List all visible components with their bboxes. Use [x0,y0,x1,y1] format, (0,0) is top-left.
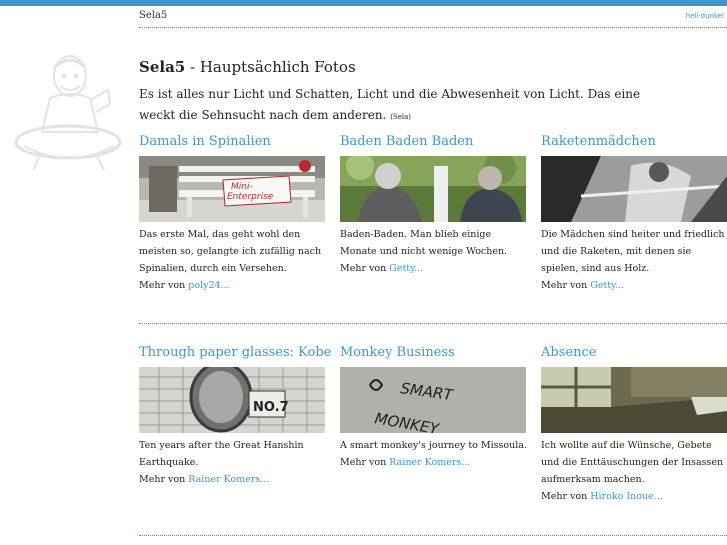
more-from-label: Mehr von [139,280,186,291]
theme-light-link[interactable]: hell [686,12,699,20]
post-author-link[interactable]: Getty... [590,280,624,291]
more-from-label: Mehr von [541,280,588,291]
page-title-tagline: - Hauptsächlich Fotos [185,58,356,76]
post-card-raketenmaedchen: Raketenmädchen Die Mädchen sind heiter u… [541,134,727,291]
brand-link[interactable]: Sela5 [139,10,167,21]
post-excerpt-text: Ten years after the Great Hanshin Earthq… [139,440,304,468]
page-title: Sela5 - Hauptsächlich Fotos [139,58,356,76]
post-card-kobe: Through paper glasses: Kobe NO.7 Ten yea… [139,345,331,485]
post-author-link[interactable]: Rainer Komers... [188,474,269,485]
post-thumbnail-couple[interactable] [340,156,526,222]
post-author-line: Mehr von Hiroko Inoue... [541,491,663,502]
post-author-line: Mehr von poly24... [139,280,230,291]
post-excerpt-text: A smart monkey's journey to Missoula. [340,440,527,451]
post-author-link[interactable]: Rainer Komers... [389,457,470,468]
post-excerpt-text: Ich wollte auf die Wünsche, Gebete und d… [541,440,724,485]
post-excerpt: A smart monkey's journey to Missoula. Me… [340,437,530,471]
intro-text: Es ist alles nur Licht und Schatten, Lic… [139,84,679,128]
post-title-link[interactable]: Monkey Business [340,345,528,360]
post-excerpt-text: Baden-Baden. Man blieb einige Monate und… [340,229,508,257]
post-author-line: Mehr von Getty... [340,263,423,274]
post-thumbnail-girls[interactable] [541,156,727,222]
mascot-logo-watermark [14,55,122,171]
row-separator [139,323,727,324]
more-from-label: Mehr von [340,263,387,274]
site-header: Sela5 hell·dunkel [139,10,727,28]
post-thumbnail-sign-text: NO.7 [253,400,289,415]
post-author-link[interactable]: poly24... [188,280,229,291]
intro-quote-source: (Sela) [390,113,411,121]
post-excerpt: Das erste Mal, das geht wohl den meisten… [139,226,329,294]
post-excerpt: Ten years after the Great Hanshin Earthq… [139,437,329,488]
post-author-link[interactable]: Getty... [389,263,423,274]
post-excerpt-text: Das erste Mal, das geht wohl den meisten… [139,229,322,274]
post-thumbnail-room[interactable] [541,367,727,433]
theme-dark-link[interactable]: dunkel [701,12,724,20]
post-excerpt: Baden-Baden. Man blieb einige Monate und… [340,226,530,277]
post-excerpt: Ich wollte auf die Wünsche, Gebete und d… [541,437,727,505]
row-separator [139,535,727,536]
post-thumbnail-graffiti[interactable]: SMART MONKEY [340,367,526,433]
post-author-line: Mehr von Getty... [541,280,624,291]
post-title-link[interactable]: Raketenmädchen [541,134,727,149]
theme-switcher: hell·dunkel [686,12,724,20]
post-thumbnail-sign-text: Mini- [231,182,253,192]
top-accent-bar [0,0,727,6]
page-title-brand: Sela5 [139,58,186,76]
post-title-link[interactable]: Baden Baden Baden [340,134,528,149]
post-card-baden: Baden Baden Baden Baden-Baden. Man blieb… [340,134,528,274]
more-from-label: Mehr von [139,474,186,485]
post-author-link[interactable]: Hiroko Inoue... [590,491,662,502]
more-from-label: Mehr von [541,491,588,502]
post-excerpt: Die Mädchen sind heiter und friedlich un… [541,226,727,294]
post-card-absence: Absence Ich wollte auf die Wünsche, Gebe… [541,345,727,502]
post-excerpt-text: Die Mädchen sind heiter und friedlich un… [541,229,725,274]
post-thumbnail-bench[interactable]: Mini- Enterprise [139,156,325,222]
post-author-line: Mehr von Rainer Komers... [139,474,269,485]
post-author-line: Mehr von Rainer Komers... [340,457,470,468]
post-title-link[interactable]: Damals in Spinalien [139,134,327,149]
post-card-monkey: Monkey Business SMART MONKEY A smart mon… [340,345,528,468]
post-title-link[interactable]: Absence [541,345,727,360]
post-card-spinalien: Damals in Spinalien Mini- Enterprise Das… [139,134,327,291]
post-thumbnail-mirror[interactable]: NO.7 [139,367,325,433]
more-from-label: Mehr von [340,457,387,468]
post-thumbnail-sign-text-2: Enterprise [227,192,274,202]
post-title-link[interactable]: Through paper glasses: Kobe [139,345,331,360]
